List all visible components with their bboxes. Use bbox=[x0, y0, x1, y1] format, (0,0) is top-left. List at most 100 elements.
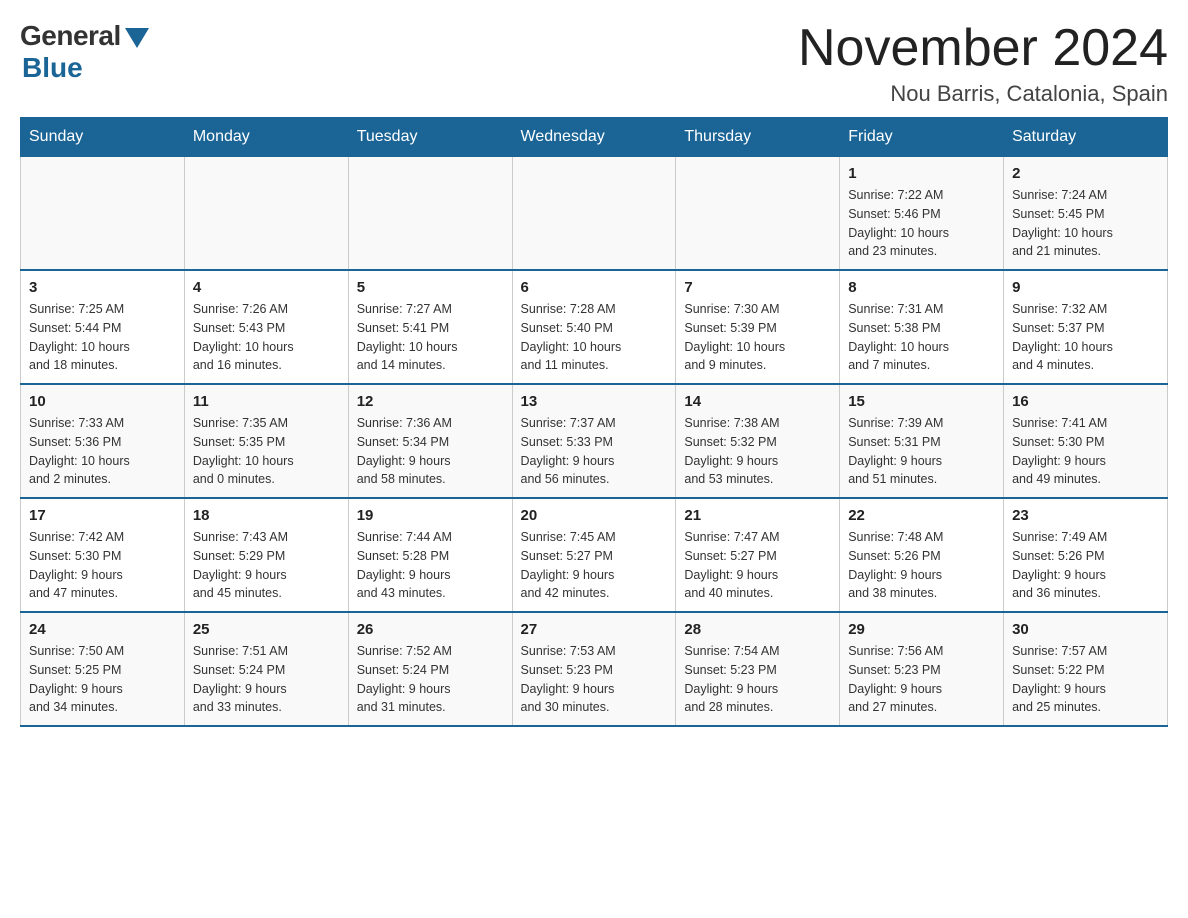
day-info: Sunrise: 7:41 AM Sunset: 5:30 PM Dayligh… bbox=[1012, 414, 1159, 489]
logo-blue-text: Blue bbox=[22, 52, 83, 84]
calendar-week-2: 3 Sunrise: 7:25 AM Sunset: 5:44 PM Daylig… bbox=[21, 270, 1168, 384]
weekday-header-wednesday: Wednesday bbox=[512, 118, 676, 157]
day-number: 23 bbox=[1012, 507, 1159, 524]
day-info: Sunrise: 7:24 AM Sunset: 5:45 PM Dayligh… bbox=[1012, 186, 1159, 261]
day-number: 7 bbox=[684, 279, 831, 296]
day-info: Sunrise: 7:52 AM Sunset: 5:24 PM Dayligh… bbox=[357, 642, 504, 717]
day-number: 25 bbox=[193, 621, 340, 638]
day-info: Sunrise: 7:49 AM Sunset: 5:26 PM Dayligh… bbox=[1012, 528, 1159, 603]
day-info: Sunrise: 7:39 AM Sunset: 5:31 PM Dayligh… bbox=[848, 414, 995, 489]
day-number: 11 bbox=[193, 393, 340, 410]
day-number: 17 bbox=[29, 507, 176, 524]
day-info: Sunrise: 7:25 AM Sunset: 5:44 PM Dayligh… bbox=[29, 300, 176, 375]
calendar-cell: 12 Sunrise: 7:36 AM Sunset: 5:34 PM Dayli… bbox=[348, 384, 512, 498]
calendar-cell: 16Sunrise: 7:41 AM Sunset: 5:30 PM Dayli… bbox=[1004, 384, 1168, 498]
day-info: Sunrise: 7:22 AM Sunset: 5:46 PM Dayligh… bbox=[848, 186, 995, 261]
calendar-cell: 19Sunrise: 7:44 AM Sunset: 5:28 PM Dayli… bbox=[348, 498, 512, 612]
calendar-cell bbox=[21, 157, 185, 271]
day-info: Sunrise: 7:26 AM Sunset: 5:43 PM Dayligh… bbox=[193, 300, 340, 375]
day-number: 19 bbox=[357, 507, 504, 524]
calendar-cell bbox=[676, 157, 840, 271]
day-info: Sunrise: 7:33 AM Sunset: 5:36 PM Dayligh… bbox=[29, 414, 176, 489]
calendar-cell: 28Sunrise: 7:54 AM Sunset: 5:23 PM Dayli… bbox=[676, 612, 840, 726]
day-info: Sunrise: 7:56 AM Sunset: 5:23 PM Dayligh… bbox=[848, 642, 995, 717]
day-info: Sunrise: 7:48 AM Sunset: 5:26 PM Dayligh… bbox=[848, 528, 995, 603]
day-info: Sunrise: 7:31 AM Sunset: 5:38 PM Dayligh… bbox=[848, 300, 995, 375]
calendar-cell: 27 Sunrise: 7:53 AM Sunset: 5:23 PM Dayli… bbox=[512, 612, 676, 726]
day-number: 5 bbox=[357, 279, 504, 296]
calendar-cell bbox=[512, 157, 676, 271]
day-info: Sunrise: 7:27 AM Sunset: 5:41 PM Dayligh… bbox=[357, 300, 504, 375]
day-number: 14 bbox=[684, 393, 831, 410]
calendar-cell: 29Sunrise: 7:56 AM Sunset: 5:23 PM Dayli… bbox=[840, 612, 1004, 726]
day-number: 18 bbox=[193, 507, 340, 524]
calendar-cell: 10Sunrise: 7:33 AM Sunset: 5:36 PM Dayli… bbox=[21, 384, 185, 498]
calendar-cell: 3 Sunrise: 7:25 AM Sunset: 5:44 PM Daylig… bbox=[21, 270, 185, 384]
day-number: 4 bbox=[193, 279, 340, 296]
calendar-week-3: 10Sunrise: 7:33 AM Sunset: 5:36 PM Dayli… bbox=[21, 384, 1168, 498]
day-number: 27 bbox=[521, 621, 668, 638]
day-info: Sunrise: 7:54 AM Sunset: 5:23 PM Dayligh… bbox=[684, 642, 831, 717]
day-info: Sunrise: 7:47 AM Sunset: 5:27 PM Dayligh… bbox=[684, 528, 831, 603]
day-info: Sunrise: 7:50 AM Sunset: 5:25 PM Dayligh… bbox=[29, 642, 176, 717]
calendar-cell: 24 Sunrise: 7:50 AM Sunset: 5:25 PM Dayli… bbox=[21, 612, 185, 726]
day-number: 6 bbox=[521, 279, 668, 296]
day-info: Sunrise: 7:36 AM Sunset: 5:34 PM Dayligh… bbox=[357, 414, 504, 489]
day-info: Sunrise: 7:30 AM Sunset: 5:39 PM Dayligh… bbox=[684, 300, 831, 375]
day-info: Sunrise: 7:38 AM Sunset: 5:32 PM Dayligh… bbox=[684, 414, 831, 489]
calendar-week-4: 17 Sunrise: 7:42 AM Sunset: 5:30 PM Dayli… bbox=[21, 498, 1168, 612]
logo-triangle-icon bbox=[125, 28, 149, 48]
day-info: Sunrise: 7:37 AM Sunset: 5:33 PM Dayligh… bbox=[521, 414, 668, 489]
calendar-cell: 17 Sunrise: 7:42 AM Sunset: 5:30 PM Dayli… bbox=[21, 498, 185, 612]
calendar-cell: 9 Sunrise: 7:32 AM Sunset: 5:37 PM Daylig… bbox=[1004, 270, 1168, 384]
calendar-cell: 8 Sunrise: 7:31 AM Sunset: 5:38 PM Daylig… bbox=[840, 270, 1004, 384]
month-title: November 2024 bbox=[798, 20, 1168, 77]
weekday-header-friday: Friday bbox=[840, 118, 1004, 157]
day-number: 9 bbox=[1012, 279, 1159, 296]
calendar-cell: 5 Sunrise: 7:27 AM Sunset: 5:41 PM Daylig… bbox=[348, 270, 512, 384]
calendar-cell: 26 Sunrise: 7:52 AM Sunset: 5:24 PM Dayli… bbox=[348, 612, 512, 726]
calendar-cell: 21 Sunrise: 7:47 AM Sunset: 5:27 PM Dayli… bbox=[676, 498, 840, 612]
calendar-cell: 11 Sunrise: 7:35 AM Sunset: 5:35 PM Dayli… bbox=[184, 384, 348, 498]
day-number: 21 bbox=[684, 507, 831, 524]
weekday-header-thursday: Thursday bbox=[676, 118, 840, 157]
calendar-cell: 25 Sunrise: 7:51 AM Sunset: 5:24 PM Dayli… bbox=[184, 612, 348, 726]
page-header: General Blue November 2024 Nou Barris, C… bbox=[20, 20, 1168, 107]
day-info: Sunrise: 7:53 AM Sunset: 5:23 PM Dayligh… bbox=[521, 642, 668, 717]
weekday-header-row: SundayMondayTuesdayWednesdayThursdayFrid… bbox=[21, 118, 1168, 157]
weekday-header-saturday: Saturday bbox=[1004, 118, 1168, 157]
calendar-body: 1Sunrise: 7:22 AM Sunset: 5:46 PM Daylig… bbox=[21, 157, 1168, 727]
day-number: 20 bbox=[521, 507, 668, 524]
calendar-cell: 4 Sunrise: 7:26 AM Sunset: 5:43 PM Daylig… bbox=[184, 270, 348, 384]
weekday-header-sunday: Sunday bbox=[21, 118, 185, 157]
calendar-cell: 15Sunrise: 7:39 AM Sunset: 5:31 PM Dayli… bbox=[840, 384, 1004, 498]
day-info: Sunrise: 7:42 AM Sunset: 5:30 PM Dayligh… bbox=[29, 528, 176, 603]
day-number: 3 bbox=[29, 279, 176, 296]
calendar-header: SundayMondayTuesdayWednesdayThursdayFrid… bbox=[21, 118, 1168, 157]
calendar-cell: 7 Sunrise: 7:30 AM Sunset: 5:39 PM Daylig… bbox=[676, 270, 840, 384]
calendar-week-5: 24 Sunrise: 7:50 AM Sunset: 5:25 PM Dayli… bbox=[21, 612, 1168, 726]
location-subtitle: Nou Barris, Catalonia, Spain bbox=[798, 81, 1168, 107]
day-info: Sunrise: 7:51 AM Sunset: 5:24 PM Dayligh… bbox=[193, 642, 340, 717]
calendar-week-1: 1Sunrise: 7:22 AM Sunset: 5:46 PM Daylig… bbox=[21, 157, 1168, 271]
day-number: 26 bbox=[357, 621, 504, 638]
calendar-cell: 13Sunrise: 7:37 AM Sunset: 5:33 PM Dayli… bbox=[512, 384, 676, 498]
calendar-cell: 1Sunrise: 7:22 AM Sunset: 5:46 PM Daylig… bbox=[840, 157, 1004, 271]
weekday-header-monday: Monday bbox=[184, 118, 348, 157]
day-number: 24 bbox=[29, 621, 176, 638]
day-info: Sunrise: 7:32 AM Sunset: 5:37 PM Dayligh… bbox=[1012, 300, 1159, 375]
calendar-cell: 22 Sunrise: 7:48 AM Sunset: 5:26 PM Dayli… bbox=[840, 498, 1004, 612]
day-number: 22 bbox=[848, 507, 995, 524]
calendar-cell: 2Sunrise: 7:24 AM Sunset: 5:45 PM Daylig… bbox=[1004, 157, 1168, 271]
day-info: Sunrise: 7:35 AM Sunset: 5:35 PM Dayligh… bbox=[193, 414, 340, 489]
logo: General Blue bbox=[20, 20, 149, 84]
day-number: 30 bbox=[1012, 621, 1159, 638]
calendar-cell: 23 Sunrise: 7:49 AM Sunset: 5:26 PM Dayli… bbox=[1004, 498, 1168, 612]
calendar-cell bbox=[348, 157, 512, 271]
logo-general-text: General bbox=[20, 20, 121, 52]
calendar-cell bbox=[184, 157, 348, 271]
day-info: Sunrise: 7:45 AM Sunset: 5:27 PM Dayligh… bbox=[521, 528, 668, 603]
title-block: November 2024 Nou Barris, Catalonia, Spa… bbox=[798, 20, 1168, 107]
day-number: 8 bbox=[848, 279, 995, 296]
day-number: 12 bbox=[357, 393, 504, 410]
